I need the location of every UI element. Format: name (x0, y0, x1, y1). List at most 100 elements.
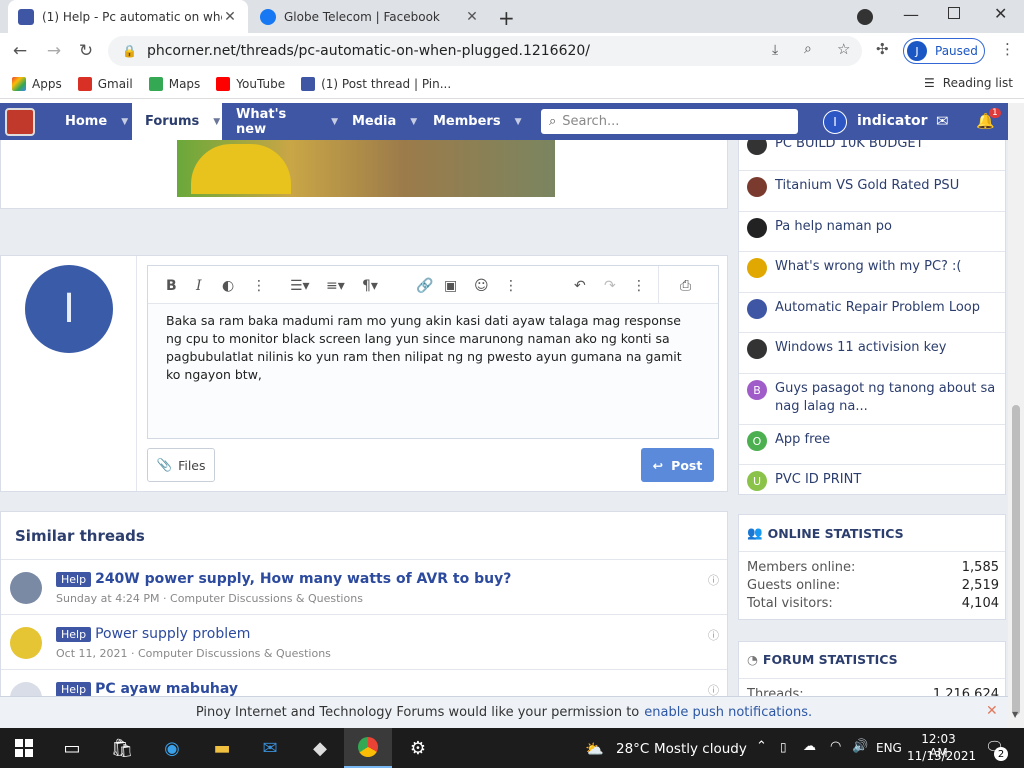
bold-icon[interactable]: B (166, 278, 177, 294)
chrome-icon[interactable] (344, 728, 392, 768)
menu-dots-icon[interactable]: ⋮ (1000, 40, 1015, 58)
store-icon[interactable]: 🛍 (98, 728, 146, 768)
reply-text[interactable]: Baka sa ram baka madumi ram mo yung akin… (166, 312, 696, 384)
chevron-up-icon[interactable]: ⌃ (756, 739, 767, 754)
sidebar-thread-title[interactable]: What's wrong with my PC? :( (775, 258, 962, 276)
settings-gear-icon[interactable]: ⚙ (394, 728, 442, 768)
close-tab-icon[interactable]: ✕ (464, 9, 480, 25)
forward-icon[interactable]: → (40, 37, 68, 65)
thread-title[interactable]: 240W power supply, How many watts of AVR… (95, 571, 511, 587)
wifi-icon[interactable]: ◠ (830, 739, 841, 754)
chevron-down-icon[interactable]: ▼ (331, 117, 338, 127)
extensions-icon[interactable]: ✣ (876, 40, 889, 58)
reading-list-button[interactable]: ☰ Reading list (924, 76, 1013, 90)
nav-members[interactable]: Members ▼ (420, 103, 524, 140)
link-icon[interactable]: 🔗 (416, 278, 433, 294)
bookmark-youtube[interactable]: YouTube (216, 76, 285, 91)
bookmark-star-icon[interactable]: ☆ (837, 40, 850, 58)
thread-author-avatar[interactable]: U (747, 471, 767, 491)
weather-desc[interactable]: Mostly cloudy (654, 741, 747, 757)
align-icon[interactable]: ≡▾ (326, 278, 345, 294)
roblox-icon[interactable]: ◆ (296, 728, 344, 768)
restore-icon[interactable] (948, 7, 960, 19)
profile-button[interactable]: J Paused (903, 38, 985, 64)
chevron-down-icon[interactable]: ▼ (121, 117, 128, 127)
smiley-icon[interactable]: ☺ (474, 278, 489, 294)
clock-date[interactable]: 11/13/2021 (907, 749, 976, 763)
language-indicator[interactable]: ENG (876, 741, 902, 755)
nav-media[interactable]: Media ▼ (338, 103, 420, 140)
nav-forums[interactable]: Forums ▼ (132, 103, 222, 140)
sidebar-thread-item[interactable]: O App free (739, 424, 1005, 464)
bookmark-maps[interactable]: Maps (148, 76, 200, 91)
nav-home[interactable]: Home ▼ (50, 103, 132, 140)
sidebar-thread-title[interactable]: Windows 11 activision key (775, 339, 946, 357)
device-icon[interactable]: ▯ (780, 740, 787, 754)
sidebar-thread-item[interactable]: Titanium VS Gold Rated PSU (739, 170, 1005, 211)
zoom-icon[interactable]: ⌕ (804, 41, 812, 57)
tab-facebook[interactable]: Globe Telecom | Facebook ✕ (250, 0, 490, 33)
bookmark-gmail[interactable]: Gmail (77, 76, 133, 91)
list-icon[interactable]: ☰▾ (290, 278, 310, 294)
sidebar-thread-item[interactable]: Pa help naman po (739, 211, 1005, 251)
sidebar-thread-title[interactable]: App free (775, 431, 830, 449)
chevron-down-icon[interactable]: ▼ (515, 117, 522, 127)
thread-author-avatar[interactable] (747, 218, 767, 238)
thread-author-avatar[interactable] (747, 177, 767, 197)
onedrive-icon[interactable]: ☁ (803, 739, 816, 754)
thread-row[interactable]: Help Power supply problem Oct 11, 2021 · … (1, 614, 727, 669)
italic-icon[interactable]: I (196, 278, 202, 294)
post-reply-button[interactable]: ↩ Post (641, 448, 714, 482)
thread-author-avatar[interactable]: B (747, 380, 767, 400)
help-badge[interactable]: Help (56, 627, 92, 642)
sidebar-thread-title[interactable]: PVC ID PRINT (775, 471, 861, 489)
attach-files-button[interactable]: 📎 Files (147, 448, 215, 482)
sidebar-thread-item[interactable]: Windows 11 activision key (739, 332, 1005, 373)
preview-icon[interactable]: ⎙ (680, 278, 691, 294)
thread-author-avatar[interactable] (747, 339, 767, 359)
minimize-icon[interactable]: — (903, 5, 919, 24)
tab-active[interactable]: (1) Help - Pc automatic on when plugged … (8, 0, 248, 33)
address-bar[interactable]: 🔒 phcorner.net/threads/pc-automatic-on-w… (108, 36, 862, 66)
sidebar-thread-item[interactable]: U PVC ID PRINT (739, 464, 1005, 494)
sidebar-thread-item[interactable]: What's wrong with my PC? :( (739, 251, 1005, 292)
file-explorer-icon[interactable]: ▬ (198, 728, 246, 768)
more-options-icon[interactable]: ⋮ (252, 278, 266, 294)
sidebar-thread-item[interactable]: Automatic Repair Problem Loop (739, 292, 1005, 332)
thread-row[interactable]: Help PC ayaw mabuhay ⓘ (1, 669, 727, 696)
help-badge[interactable]: Help (56, 682, 92, 696)
install-app-icon[interactable]: ⤓ (772, 42, 778, 58)
thread-title[interactable]: Power supply problem (95, 626, 250, 642)
windows-start-icon[interactable] (0, 728, 48, 768)
volume-icon[interactable]: 🔊 (852, 739, 868, 754)
scroll-down-icon[interactable]: ▼ (1012, 710, 1018, 719)
username-link[interactable]: indicator (857, 113, 928, 129)
close-notice-icon[interactable]: ✕ (986, 703, 998, 719)
redo-icon[interactable]: ↷ (604, 278, 616, 294)
reload-icon[interactable]: ↻ (72, 37, 100, 65)
chevron-down-icon[interactable]: ▼ (410, 117, 417, 127)
thread-author-avatar[interactable] (747, 140, 767, 155)
page-scrollbar[interactable]: ▼ (1008, 103, 1024, 728)
bookmark-post-thread[interactable]: (1) Post thread | Pin... (301, 76, 451, 91)
enable-push-link[interactable]: enable push notifications. (644, 705, 812, 720)
close-tab-icon[interactable]: ✕ (222, 9, 238, 25)
mail-icon[interactable]: ✉ (246, 728, 294, 768)
task-view-icon[interactable]: ▭ (48, 728, 96, 768)
thread-author-avatar[interactable] (747, 258, 767, 278)
thread-author-avatar[interactable] (747, 299, 767, 319)
weather-temp[interactable]: 28°C (616, 741, 649, 757)
thread-row[interactable]: Help 240W power supply, How many watts of… (1, 559, 727, 614)
scrollbar-thumb[interactable] (1012, 405, 1020, 715)
image-icon[interactable]: ▣ (444, 278, 457, 294)
chevron-down-icon[interactable]: ▼ (213, 117, 220, 127)
sidebar-thread-item[interactable]: PC BUILD 10K BUDGET (739, 140, 1005, 170)
help-badge[interactable]: Help (56, 572, 92, 587)
sidebar-thread-title[interactable]: Pa help naman po (775, 218, 892, 236)
sidebar-thread-item[interactable]: B Guys pasagot ng tanong about sa nag lal… (739, 373, 1005, 424)
inbox-icon[interactable]: ✉ (936, 112, 949, 130)
back-icon[interactable]: ← (6, 37, 34, 65)
bookmark-apps[interactable]: Apps (12, 76, 62, 91)
undo-icon[interactable]: ↶ (574, 278, 586, 294)
thread-author-avatar[interactable]: O (747, 431, 767, 451)
